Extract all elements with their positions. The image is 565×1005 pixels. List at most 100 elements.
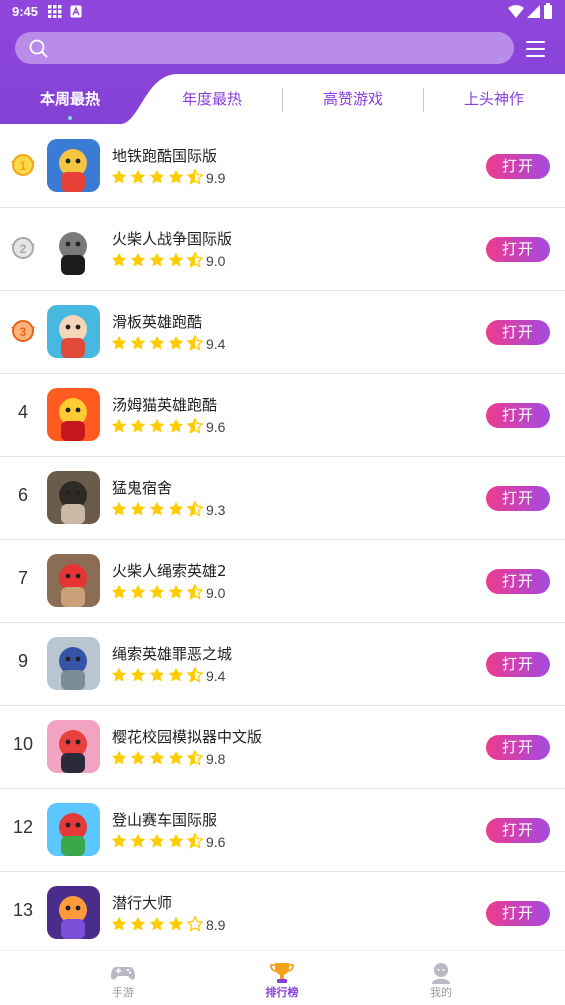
star-full-icon <box>168 667 184 682</box>
open-button[interactable]: 打开 <box>486 818 550 843</box>
tab-weekly-hot[interactable]: 本周最热 <box>40 88 100 109</box>
grid-icon <box>48 5 62 18</box>
list-item[interactable]: 6 猛鬼宿舍 9.3 打开 <box>0 456 565 540</box>
active-tab-indicator <box>68 116 72 120</box>
open-button[interactable]: 打开 <box>486 154 550 179</box>
gamepad-icon <box>111 967 135 980</box>
rating-score: 9.4 <box>206 668 226 684</box>
nav-label: 我的 <box>430 986 452 999</box>
star-half-icon <box>187 584 203 600</box>
subway-surfers-icon[interactable] <box>47 139 100 192</box>
rating-score: 9.0 <box>206 253 226 269</box>
list-item[interactable]: 1 地铁跑酷国际版 9.9 打开 <box>0 124 565 208</box>
haunted-dorm-icon[interactable] <box>47 471 100 524</box>
rank-number: 10 <box>12 734 34 754</box>
tab-addictive-masterpieces[interactable]: 上头神作 <box>464 88 524 109</box>
rope-hero-vice-icon[interactable] <box>47 637 100 690</box>
game-title[interactable]: 樱花校园模拟器中文版 <box>112 726 262 747</box>
list-item[interactable]: 13 潜行大师 8.9 打开 <box>0 871 565 955</box>
game-title[interactable]: 绳索英雄罪恶之城 <box>112 643 232 664</box>
rank-number: 9 <box>17 651 28 671</box>
nav-mobile-games[interactable]: 手游 <box>83 951 163 1005</box>
search-bar[interactable] <box>15 32 514 64</box>
list-item[interactable]: 3 滑板英雄跑酷 9.4 打开 <box>0 290 565 374</box>
skate-hero-icon[interactable] <box>47 305 100 358</box>
tom-hero-icon[interactable] <box>47 388 100 441</box>
star-full-icon <box>111 750 127 765</box>
star-full-icon <box>149 833 165 848</box>
tab-separator <box>282 88 283 112</box>
hill-climb-icon[interactable] <box>47 803 100 856</box>
nav-label: 手游 <box>112 986 134 999</box>
list-item[interactable]: 7 火柴人绳索英雄2 9.0 打开 <box>0 539 565 623</box>
open-button[interactable]: 打开 <box>486 735 550 760</box>
game-title[interactable]: 地铁跑酷国际版 <box>112 145 217 166</box>
rank-number: 12 <box>12 817 34 837</box>
rating-score: 8.9 <box>206 917 226 933</box>
game-title[interactable]: 潜行大师 <box>112 892 172 913</box>
game-title[interactable]: 火柴人战争国际版 <box>112 228 232 249</box>
open-button[interactable]: 打开 <box>486 403 550 428</box>
open-button[interactable]: 打开 <box>486 320 550 345</box>
star-full-icon <box>168 750 184 765</box>
star-full-icon <box>149 916 165 931</box>
tab-highly-rated[interactable]: 高赞游戏 <box>323 88 383 109</box>
sakura-school-icon[interactable] <box>47 720 100 773</box>
open-button[interactable]: 打开 <box>486 569 550 594</box>
nav-ranking[interactable]: 排行榜 <box>242 951 322 1005</box>
star-half-icon <box>187 750 203 766</box>
rating-score: 9.9 <box>206 170 226 186</box>
star-half-icon <box>187 501 203 517</box>
rating-score: 9.8 <box>206 751 226 767</box>
menu-icon[interactable] <box>526 40 546 58</box>
star-full-icon <box>130 833 146 848</box>
star-full-icon <box>130 169 146 184</box>
star-full-icon <box>111 833 127 848</box>
star-full-icon <box>130 252 146 267</box>
star-full-icon <box>168 833 184 848</box>
star-full-icon <box>130 335 146 350</box>
app-store-icon <box>70 5 82 18</box>
stick-war-icon[interactable] <box>47 222 100 275</box>
game-title[interactable]: 登山赛车国际服 <box>112 809 217 830</box>
open-button[interactable]: 打开 <box>486 652 550 677</box>
nav-profile[interactable]: 我的 <box>401 951 481 1005</box>
list-item[interactable]: 2 火柴人战争国际版 9.0 打开 <box>0 207 565 291</box>
open-button[interactable]: 打开 <box>486 237 550 262</box>
star-full-icon <box>111 252 127 267</box>
open-button[interactable]: 打开 <box>486 486 550 511</box>
rank-number: 13 <box>12 900 34 920</box>
rank-number: 7 <box>17 568 28 588</box>
star-half-icon <box>187 335 203 351</box>
star-full-icon <box>168 584 184 599</box>
star-full-icon <box>111 584 127 599</box>
star-full-icon <box>168 335 184 350</box>
star-half-icon <box>187 418 203 434</box>
star-full-icon <box>168 252 184 267</box>
star-full-icon <box>130 501 146 516</box>
star-full-icon <box>168 169 184 184</box>
star-full-icon <box>168 916 184 931</box>
stealth-master-icon[interactable] <box>47 886 100 939</box>
open-button[interactable]: 打开 <box>486 901 550 926</box>
silver-medal-icon: 2 <box>11 237 35 259</box>
list-item[interactable]: 10 樱花校园模拟器中文版 9.8 打开 <box>0 705 565 789</box>
list-item[interactable]: 9 绳索英雄罪恶之城 9.4 打开 <box>0 622 565 706</box>
star-full-icon <box>149 584 165 599</box>
battery-icon <box>544 3 552 19</box>
star-full-icon <box>130 418 146 433</box>
list-item[interactable]: 12 登山赛车国际服 9.6 打开 <box>0 788 565 872</box>
game-title[interactable]: 汤姆猫英雄跑酷 <box>112 394 217 415</box>
star-half-icon <box>187 833 203 849</box>
star-full-icon <box>130 750 146 765</box>
list-item[interactable]: 4 汤姆猫英雄跑酷 9.6 打开 <box>0 373 565 457</box>
game-title[interactable]: 滑板英雄跑酷 <box>112 311 202 332</box>
bronze-medal-icon: 3 <box>11 320 35 342</box>
tab-yearly-hot[interactable]: 年度最热 <box>182 88 242 109</box>
rating-score: 9.6 <box>206 834 226 850</box>
game-title[interactable]: 火柴人绳索英雄2 <box>112 560 227 581</box>
rating-score: 9.6 <box>206 419 226 435</box>
game-title[interactable]: 猛鬼宿舍 <box>112 477 172 498</box>
rope-hero-2-icon[interactable] <box>47 554 100 607</box>
gold-medal-icon: 1 <box>11 154 35 176</box>
